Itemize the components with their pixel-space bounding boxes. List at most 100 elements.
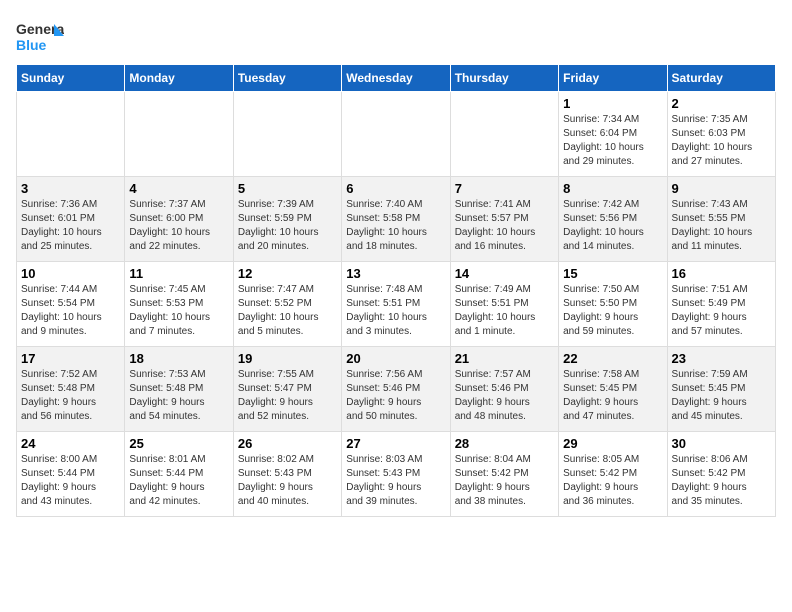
calendar-cell (17, 92, 125, 177)
calendar-cell: 12 Sunrise: 7:47 AM Sunset: 5:52 PM Dayli… (233, 262, 341, 347)
col-header-monday: Monday (125, 65, 233, 92)
day-info: Sunrise: 7:53 AM Sunset: 5:48 PM Dayligh… (129, 368, 228, 424)
day-info: Sunrise: 7:47 AM Sunset: 5:52 PM Dayligh… (238, 283, 337, 339)
svg-text:Blue: Blue (16, 37, 47, 53)
calendar-cell: 14 Sunrise: 7:49 AM Sunset: 5:51 PM Dayli… (450, 262, 558, 347)
day-info: Sunrise: 7:57 AM Sunset: 5:46 PM Dayligh… (455, 368, 554, 424)
day-number: 27 (346, 436, 445, 451)
calendar-table: SundayMondayTuesdayWednesdayThursdayFrid… (16, 64, 776, 517)
calendar-cell (233, 92, 341, 177)
day-info: Sunrise: 8:02 AM Sunset: 5:43 PM Dayligh… (238, 453, 337, 509)
calendar-cell: 5 Sunrise: 7:39 AM Sunset: 5:59 PM Daylig… (233, 177, 341, 262)
col-header-friday: Friday (559, 65, 667, 92)
calendar-cell: 9 Sunrise: 7:43 AM Sunset: 5:55 PM Daylig… (667, 177, 775, 262)
day-info: Sunrise: 7:40 AM Sunset: 5:58 PM Dayligh… (346, 198, 445, 254)
day-number: 24 (21, 436, 120, 451)
day-number: 6 (346, 181, 445, 196)
day-info: Sunrise: 7:45 AM Sunset: 5:53 PM Dayligh… (129, 283, 228, 339)
calendar-cell: 29 Sunrise: 8:05 AM Sunset: 5:42 PM Dayli… (559, 432, 667, 517)
calendar-cell: 20 Sunrise: 7:56 AM Sunset: 5:46 PM Dayli… (342, 347, 450, 432)
calendar-cell: 26 Sunrise: 8:02 AM Sunset: 5:43 PM Dayli… (233, 432, 341, 517)
calendar-cell: 17 Sunrise: 7:52 AM Sunset: 5:48 PM Dayli… (17, 347, 125, 432)
day-number: 16 (672, 266, 771, 281)
day-number: 8 (563, 181, 662, 196)
day-info: Sunrise: 7:49 AM Sunset: 5:51 PM Dayligh… (455, 283, 554, 339)
day-info: Sunrise: 7:43 AM Sunset: 5:55 PM Dayligh… (672, 198, 771, 254)
day-number: 13 (346, 266, 445, 281)
calendar-cell: 10 Sunrise: 7:44 AM Sunset: 5:54 PM Dayli… (17, 262, 125, 347)
day-info: Sunrise: 7:42 AM Sunset: 5:56 PM Dayligh… (563, 198, 662, 254)
calendar-cell: 27 Sunrise: 8:03 AM Sunset: 5:43 PM Dayli… (342, 432, 450, 517)
day-info: Sunrise: 8:05 AM Sunset: 5:42 PM Dayligh… (563, 453, 662, 509)
day-number: 5 (238, 181, 337, 196)
calendar-cell: 7Sunrise: 7:41 AM Sunset: 5:57 PM Daylig… (450, 177, 558, 262)
calendar-cell: 4 Sunrise: 7:37 AM Sunset: 6:00 PM Daylig… (125, 177, 233, 262)
day-info: Sunrise: 7:50 AM Sunset: 5:50 PM Dayligh… (563, 283, 662, 339)
day-number: 19 (238, 351, 337, 366)
col-header-thursday: Thursday (450, 65, 558, 92)
day-number: 3 (21, 181, 120, 196)
col-header-tuesday: Tuesday (233, 65, 341, 92)
day-number: 29 (563, 436, 662, 451)
calendar-cell: 3 Sunrise: 7:36 AM Sunset: 6:01 PM Daylig… (17, 177, 125, 262)
day-number: 26 (238, 436, 337, 451)
col-header-sunday: Sunday (17, 65, 125, 92)
calendar-cell: 13 Sunrise: 7:48 AM Sunset: 5:51 PM Dayli… (342, 262, 450, 347)
day-info: Sunrise: 7:39 AM Sunset: 5:59 PM Dayligh… (238, 198, 337, 254)
day-info: Sunrise: 7:41 AM Sunset: 5:57 PM Dayligh… (455, 198, 554, 254)
calendar-cell (342, 92, 450, 177)
calendar-cell (450, 92, 558, 177)
day-info: Sunrise: 7:48 AM Sunset: 5:51 PM Dayligh… (346, 283, 445, 339)
day-number: 30 (672, 436, 771, 451)
day-number: 17 (21, 351, 120, 366)
day-info: Sunrise: 7:37 AM Sunset: 6:00 PM Dayligh… (129, 198, 228, 254)
day-number: 20 (346, 351, 445, 366)
calendar-cell: 15 Sunrise: 7:50 AM Sunset: 5:50 PM Dayli… (559, 262, 667, 347)
day-info: Sunrise: 7:34 AM Sunset: 6:04 PM Dayligh… (563, 113, 662, 169)
day-number: 4 (129, 181, 228, 196)
day-info: Sunrise: 7:58 AM Sunset: 5:45 PM Dayligh… (563, 368, 662, 424)
day-number: 1 (563, 96, 662, 111)
calendar-cell: 25 Sunrise: 8:01 AM Sunset: 5:44 PM Dayli… (125, 432, 233, 517)
calendar-cell: 16 Sunrise: 7:51 AM Sunset: 5:49 PM Dayli… (667, 262, 775, 347)
calendar-cell: 23Sunrise: 7:59 AM Sunset: 5:45 PM Dayli… (667, 347, 775, 432)
day-number: 9 (672, 181, 771, 196)
day-number: 15 (563, 266, 662, 281)
calendar-cell: 11 Sunrise: 7:45 AM Sunset: 5:53 PM Dayli… (125, 262, 233, 347)
day-number: 14 (455, 266, 554, 281)
day-number: 21 (455, 351, 554, 366)
calendar-cell: 28 Sunrise: 8:04 AM Sunset: 5:42 PM Dayli… (450, 432, 558, 517)
day-info: Sunrise: 8:06 AM Sunset: 5:42 PM Dayligh… (672, 453, 771, 509)
day-number: 28 (455, 436, 554, 451)
day-info: Sunrise: 8:01 AM Sunset: 5:44 PM Dayligh… (129, 453, 228, 509)
calendar-cell: 18 Sunrise: 7:53 AM Sunset: 5:48 PM Dayli… (125, 347, 233, 432)
calendar-cell: 6 Sunrise: 7:40 AM Sunset: 5:58 PM Daylig… (342, 177, 450, 262)
day-info: Sunrise: 8:04 AM Sunset: 5:42 PM Dayligh… (455, 453, 554, 509)
page-header: General Blue (16, 16, 776, 56)
day-info: Sunrise: 8:00 AM Sunset: 5:44 PM Dayligh… (21, 453, 120, 509)
calendar-cell (125, 92, 233, 177)
day-info: Sunrise: 7:51 AM Sunset: 5:49 PM Dayligh… (672, 283, 771, 339)
calendar-cell: 1 Sunrise: 7:34 AM Sunset: 6:04 PM Daylig… (559, 92, 667, 177)
calendar-cell: 2 Sunrise: 7:35 AM Sunset: 6:03 PM Daylig… (667, 92, 775, 177)
day-info: Sunrise: 7:35 AM Sunset: 6:03 PM Dayligh… (672, 113, 771, 169)
day-number: 18 (129, 351, 228, 366)
calendar-cell: 8 Sunrise: 7:42 AM Sunset: 5:56 PM Daylig… (559, 177, 667, 262)
calendar-cell: 21 Sunrise: 7:57 AM Sunset: 5:46 PM Dayli… (450, 347, 558, 432)
day-info: Sunrise: 7:52 AM Sunset: 5:48 PM Dayligh… (21, 368, 120, 424)
calendar-cell: 24 Sunrise: 8:00 AM Sunset: 5:44 PM Dayli… (17, 432, 125, 517)
day-info: Sunrise: 7:44 AM Sunset: 5:54 PM Dayligh… (21, 283, 120, 339)
day-number: 11 (129, 266, 228, 281)
day-number: 22 (563, 351, 662, 366)
calendar-cell: 22 Sunrise: 7:58 AM Sunset: 5:45 PM Dayli… (559, 347, 667, 432)
day-info: Sunrise: 8:03 AM Sunset: 5:43 PM Dayligh… (346, 453, 445, 509)
day-number: 25 (129, 436, 228, 451)
day-info: Sunrise: 7:56 AM Sunset: 5:46 PM Dayligh… (346, 368, 445, 424)
day-number: 2 (672, 96, 771, 111)
day-number: 12 (238, 266, 337, 281)
calendar-cell: 30 Sunrise: 8:06 AM Sunset: 5:42 PM Dayli… (667, 432, 775, 517)
day-info: Sunrise: 7:36 AM Sunset: 6:01 PM Dayligh… (21, 198, 120, 254)
day-info: Sunrise: 7:59 AM Sunset: 5:45 PM Dayligh… (672, 368, 771, 424)
day-info: Sunrise: 7:55 AM Sunset: 5:47 PM Dayligh… (238, 368, 337, 424)
day-number: 10 (21, 266, 120, 281)
